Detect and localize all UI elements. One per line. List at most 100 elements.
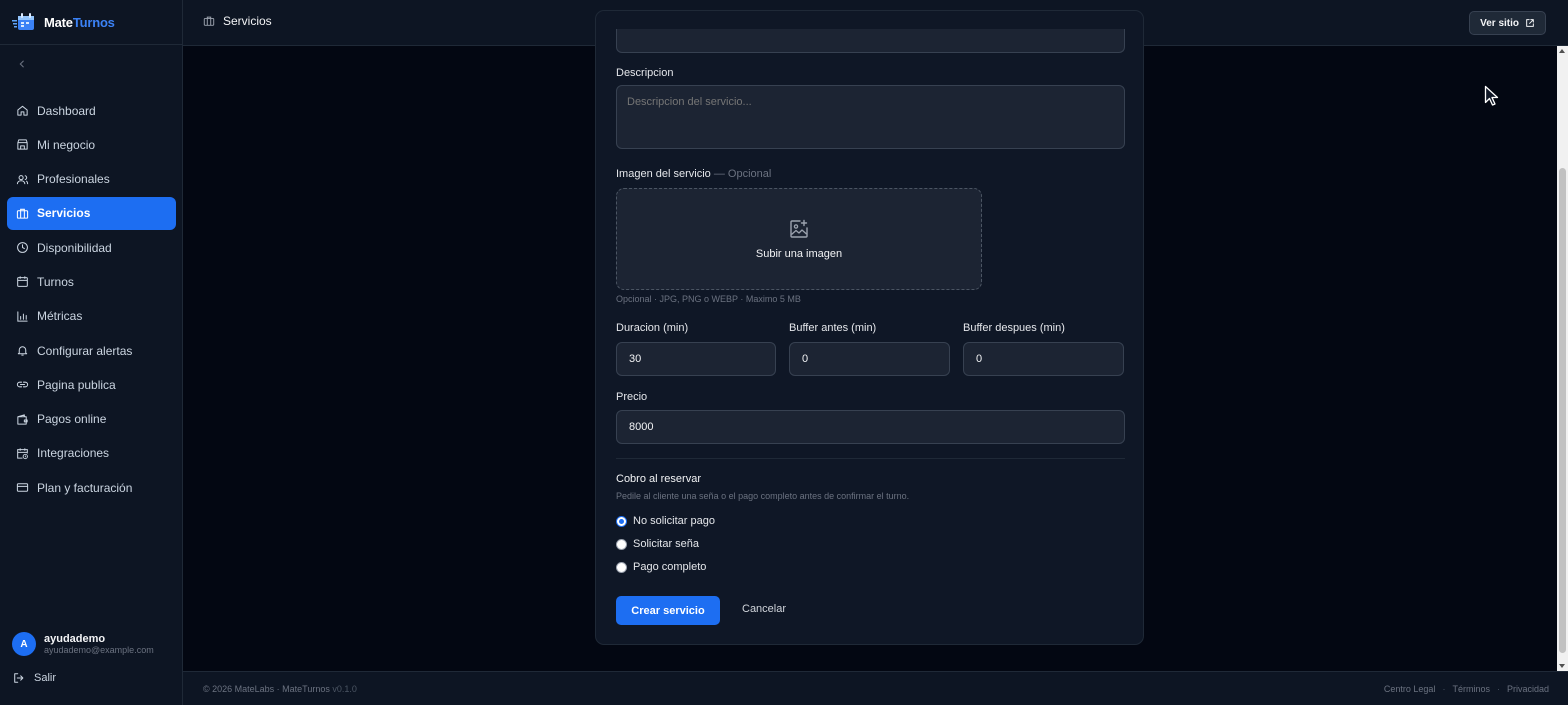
users-icon: [16, 174, 29, 184]
logout-label: Salir: [34, 672, 57, 684]
sidebar-item-configurar-alertas[interactable]: Configurar alertas: [7, 334, 176, 367]
view-site-button[interactable]: Ver sitio: [1469, 11, 1546, 35]
description-label: Descripcion: [616, 67, 674, 79]
radio-button-checked[interactable]: [616, 515, 627, 527]
logout-button[interactable]: Salir: [13, 672, 56, 684]
create-service-button[interactable]: Crear servicio: [616, 596, 720, 625]
buffer-after-input[interactable]: 0: [963, 342, 1124, 376]
link-icon: [16, 382, 29, 388]
copyright-text: © 2026 MateLabs · MateTurnos: [203, 684, 330, 694]
sidebar-item-dashboard[interactable]: Dashboard: [7, 94, 176, 127]
footer-separator: ·: [1442, 684, 1446, 694]
sidebar-item-metricas[interactable]: Métricas: [7, 300, 176, 333]
sidebar-item-label: Plan y facturación: [37, 480, 133, 495]
sidebar-item-integraciones[interactable]: Integraciones: [7, 437, 176, 470]
page-title: Servicios: [223, 14, 272, 28]
price-label: Precio: [616, 391, 648, 403]
sidebar-item-pagina-publica[interactable]: Pagina publica: [7, 368, 176, 401]
footer-link-privacy[interactable]: Privacidad: [1507, 684, 1549, 694]
calendar-icon: [17, 276, 28, 288]
breadcrumb: Servicios: [203, 14, 272, 28]
radio-button[interactable]: [616, 538, 627, 550]
logout-icon: [14, 673, 24, 683]
image-optional-tag: — Opcional: [713, 168, 772, 180]
view-site-label: Ver sitio: [1480, 17, 1519, 29]
image-upload-dropzone[interactable]: Subir una imagen: [616, 188, 982, 290]
scrollbar[interactable]: [1557, 46, 1568, 671]
image-label: Imagen del servicio — Opcional: [616, 168, 771, 180]
payment-option-label: No solicitar pago: [633, 515, 715, 527]
chevron-left-icon[interactable]: [14, 56, 30, 72]
buffer-after-label: Buffer despues (min): [963, 322, 1065, 334]
sidebar-item-plan-facturacion[interactable]: Plan y facturación: [7, 471, 176, 504]
credit-card-icon: [16, 483, 29, 492]
payment-title: Cobro al reservar: [616, 473, 701, 485]
buffer-before-label: Buffer antes (min): [789, 322, 877, 334]
avatar: A: [12, 632, 36, 656]
sidebar-item-profesionales[interactable]: Profesionales: [7, 163, 176, 196]
upload-label: Subir una imagen: [755, 248, 843, 260]
version-label: v0.1.0: [332, 684, 357, 694]
payment-option-label: Solicitar seña: [633, 538, 700, 550]
description-textarea[interactable]: [616, 85, 1125, 149]
sidebar-item-label: Turnos: [37, 274, 74, 289]
footer-link-terms[interactable]: Términos: [1452, 684, 1490, 694]
home-icon: [17, 105, 28, 116]
brand-name-part2: Turnos: [72, 14, 115, 30]
sidebar-item-label: Profesionales: [37, 172, 110, 187]
scroll-down-arrow-icon[interactable]: [1559, 664, 1565, 668]
sidebar-item-pagos-online[interactable]: Pagos online: [7, 403, 176, 436]
payment-option-none[interactable]: No solicitar pago: [616, 515, 715, 527]
payment-option-label: Pago completo: [633, 561, 707, 573]
image-label-text: Imagen del servicio: [616, 168, 711, 180]
cancel-button[interactable]: Cancelar: [742, 603, 786, 615]
footer-link-legal[interactable]: Centro Legal: [1384, 684, 1436, 694]
radio-button[interactable]: [616, 561, 627, 573]
sidebar-item-mi-negocio[interactable]: Mi negocio: [7, 128, 176, 161]
divider: [616, 458, 1125, 459]
sidebar-item-label: Mi negocio: [37, 137, 96, 152]
name-field[interactable]: [616, 29, 1125, 53]
payment-description: Pedile al cliente una seña o el pago com…: [616, 491, 910, 501]
sidebar-item-label: Servicios: [37, 206, 91, 221]
scroll-up-arrow-icon[interactable]: [1559, 49, 1565, 53]
wallet-icon: [17, 414, 28, 425]
sidebar-item-label: Integraciones: [37, 446, 110, 461]
image-plus-icon: [790, 219, 808, 238]
briefcase-icon: [203, 16, 215, 26]
payment-option-deposit[interactable]: Solicitar seña: [616, 538, 699, 550]
bell-icon: [17, 346, 28, 356]
sidebar-item-label: Pagina publica: [37, 377, 116, 392]
sidebar-item-label: Disponibilidad: [37, 240, 112, 255]
external-link-icon: [1526, 19, 1534, 27]
sidebar-item-label: Pagos online: [37, 412, 107, 427]
mouse-cursor-icon: [1484, 85, 1499, 106]
sidebar: MateTurnos Dashboard Mi negocio Profesio…: [0, 0, 183, 705]
calendar-clock-icon: [17, 448, 28, 460]
store-icon: [17, 139, 28, 150]
user-email: ayudademo@example.com: [44, 644, 154, 655]
sidebar-item-servicios[interactable]: Servicios: [7, 196, 176, 230]
scroll-thumb[interactable]: [1559, 168, 1566, 653]
user-name: ayudademo: [44, 632, 106, 645]
payment-option-full[interactable]: Pago completo: [616, 561, 706, 573]
sidebar-nav: Dashboard Mi negocio Profesionales Servi…: [7, 94, 176, 506]
user-profile[interactable]: A ayudademo ayudademo@example.com: [12, 632, 154, 656]
clock-icon: [17, 242, 28, 254]
buffer-before-input[interactable]: 0: [789, 342, 950, 376]
price-input[interactable]: 8000: [616, 410, 1125, 444]
footer-separator: ·: [1496, 684, 1500, 694]
footer-links: Centro Legal · Términos · Privacidad: [1384, 684, 1549, 694]
sidebar-item-label: Métricas: [37, 309, 83, 324]
duration-input[interactable]: 30: [616, 342, 776, 376]
service-form-card: Descripcion Imagen del servicio — Opcion…: [595, 10, 1144, 645]
duration-label: Duracion (min): [616, 322, 689, 334]
sidebar-item-turnos[interactable]: Turnos: [7, 265, 176, 298]
mateturnos-logo-icon: [12, 11, 38, 33]
bar-chart-icon: [17, 311, 28, 322]
briefcase-icon: [16, 208, 29, 219]
sidebar-item-label: Dashboard: [37, 103, 96, 118]
sidebar-item-disponibilidad[interactable]: Disponibilidad: [7, 231, 176, 264]
sidebar-item-label: Configurar alertas: [37, 343, 133, 358]
brand[interactable]: MateTurnos: [0, 0, 182, 45]
